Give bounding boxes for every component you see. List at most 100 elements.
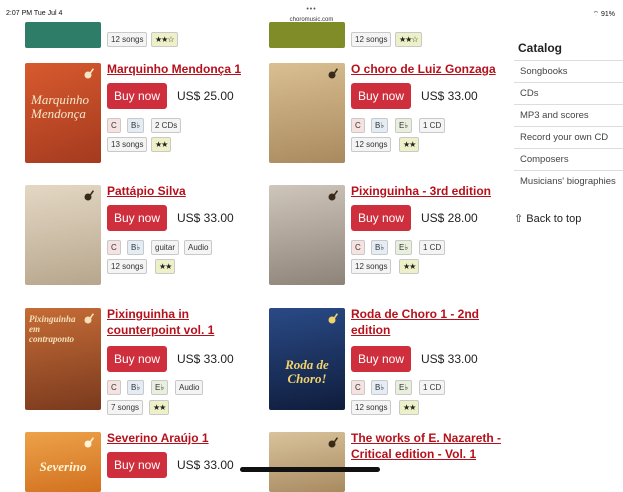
product-title[interactable]: Marquinho Mendonça 1 bbox=[107, 61, 241, 77]
sidebar-item-songbooks[interactable]: Songbooks bbox=[514, 60, 623, 82]
tag-key-eflat: E♭ bbox=[395, 240, 413, 255]
product-card: 12 songs ★★☆ bbox=[25, 22, 255, 52]
tag-cd: 1 CD bbox=[419, 240, 446, 255]
product-title[interactable]: O choro de Luiz Gonzaga bbox=[351, 61, 496, 77]
tag-key-eflat: E♭ bbox=[395, 380, 413, 395]
guitar-icon bbox=[328, 437, 339, 448]
tag-key-c: C bbox=[107, 118, 121, 133]
tag-key-bflat: B♭ bbox=[127, 118, 145, 133]
rating-stars: ★★ bbox=[155, 259, 176, 274]
guitar-icon bbox=[84, 190, 95, 201]
product-price: US$ 33.00 bbox=[177, 352, 234, 366]
product-cover[interactable] bbox=[269, 22, 345, 48]
product-price: US$ 25.00 bbox=[177, 89, 234, 103]
product-cover[interactable] bbox=[25, 22, 101, 48]
tag-key-c: C bbox=[351, 118, 365, 133]
cover-title: Severino bbox=[39, 459, 87, 474]
back-to-top-link[interactable]: ⇧ Back to top bbox=[514, 212, 581, 225]
buy-now-button[interactable]: Buy now bbox=[107, 346, 167, 372]
tag-songs: 12 songs bbox=[351, 259, 392, 274]
tag-key-eflat: E♭ bbox=[395, 118, 413, 133]
catalog-sidebar: Catalog Songbooks CDs MP3 and scores Rec… bbox=[514, 36, 623, 192]
tag-songs: 7 songs bbox=[107, 400, 144, 415]
rating-stars: ★★ bbox=[149, 400, 170, 415]
product-title[interactable]: Pixinguinha in counterpoint vol. 1 bbox=[107, 306, 214, 338]
product-card: Severino Severino Araújo 1 Buy now US$ 3… bbox=[25, 430, 255, 492]
product-price: US$ 33.00 bbox=[177, 211, 234, 225]
rating-stars: ★★ bbox=[399, 259, 420, 274]
tag-key-bflat: B♭ bbox=[371, 380, 389, 395]
cover-title: Marquinho Mendonça bbox=[31, 92, 90, 121]
tag-cds: 2 CDs bbox=[151, 118, 182, 133]
tag-songs: 12 songs bbox=[351, 400, 392, 415]
cover-title: Pixinguinha em contraponto bbox=[29, 314, 76, 344]
buy-now-button[interactable]: Buy now bbox=[351, 346, 411, 372]
guitar-icon bbox=[84, 68, 95, 79]
product-price: US$ 33.00 bbox=[421, 89, 478, 103]
rating-stars: ★★ bbox=[399, 400, 420, 415]
product-cover[interactable]: Marquinho Mendonça bbox=[25, 63, 101, 163]
guitar-icon bbox=[328, 190, 339, 201]
product-cover[interactable] bbox=[269, 63, 345, 163]
tag-key-bflat: B♭ bbox=[371, 240, 389, 255]
product-title[interactable]: The works of E. Nazareth - Critical edit… bbox=[351, 430, 501, 462]
back-to-top-label: Back to top bbox=[526, 213, 582, 225]
product-cover[interactable]: Roda de Choro! bbox=[269, 308, 345, 410]
product-title-line-2: edition bbox=[351, 323, 391, 337]
sidebar-item-record-cd[interactable]: Record your own CD bbox=[514, 126, 623, 148]
tag-key-bflat: B♭ bbox=[127, 380, 145, 395]
product-card: Pixinguinha - 3rd edition Buy now US$ 28… bbox=[269, 183, 499, 288]
guitar-icon bbox=[328, 68, 339, 79]
status-bar: 2:07 PM Tue Jul 4 ••• choromusic.com ⌔ 9… bbox=[0, 0, 623, 23]
product-title[interactable]: Roda de Choro 1 - 2nd edition bbox=[351, 306, 479, 338]
product-title[interactable]: Pixinguinha - 3rd edition bbox=[351, 183, 491, 199]
product-title-line-2: Critical edition - Vol. 1 bbox=[351, 447, 477, 461]
product-cover[interactable] bbox=[269, 432, 345, 492]
tag-cd: 1 CD bbox=[419, 118, 446, 133]
product-title[interactable]: Pattápio Silva bbox=[107, 183, 186, 199]
rating-stars: ★★☆ bbox=[151, 32, 178, 47]
home-indicator[interactable] bbox=[240, 467, 380, 472]
tag-songs: 12 songs bbox=[351, 137, 392, 152]
product-cover[interactable] bbox=[269, 185, 345, 285]
tag-key-bflat: B♭ bbox=[371, 118, 389, 133]
product-card: Roda de Choro! Roda de Choro 1 - 2nd edi… bbox=[269, 306, 499, 416]
guitar-icon bbox=[84, 313, 95, 324]
sidebar-title: Catalog bbox=[518, 41, 563, 55]
product-card: O choro de Luiz Gonzaga Buy now US$ 33.0… bbox=[269, 61, 499, 166]
product-cover[interactable] bbox=[25, 185, 101, 285]
product-price: US$ 33.00 bbox=[421, 352, 478, 366]
tag-songs: 12 songs bbox=[107, 32, 148, 47]
sidebar-item-composers[interactable]: Composers bbox=[514, 148, 623, 170]
sidebar-item-mp3-scores[interactable]: MP3 and scores bbox=[514, 104, 623, 126]
buy-now-button[interactable]: Buy now bbox=[107, 452, 167, 478]
guitar-icon bbox=[328, 313, 339, 324]
product-card: Pixinguinha em contraponto Pixinguinha i… bbox=[25, 306, 255, 416]
sidebar-item-cds[interactable]: CDs bbox=[514, 82, 623, 104]
buy-now-button[interactable]: Buy now bbox=[107, 205, 167, 231]
tag-audio: Audio bbox=[184, 240, 213, 255]
buy-now-button[interactable]: Buy now bbox=[351, 205, 411, 231]
product-title-line-2: counterpoint vol. 1 bbox=[107, 323, 215, 337]
tab-dots-icon[interactable]: ••• bbox=[0, 6, 623, 13]
battery-indicator: ⌔ 91% bbox=[592, 10, 615, 19]
tag-songs: 12 songs bbox=[351, 32, 392, 47]
rating-stars: ★★☆ bbox=[395, 32, 422, 47]
tag-key-c: C bbox=[351, 240, 365, 255]
product-cover[interactable]: Pixinguinha em contraponto bbox=[25, 308, 101, 410]
buy-now-button[interactable]: Buy now bbox=[107, 83, 167, 109]
sidebar-item-biographies[interactable]: Musicians' biographies bbox=[514, 170, 623, 192]
tag-audio: Audio bbox=[175, 380, 204, 395]
tag-songs: 13 songs bbox=[107, 137, 148, 152]
tag-key-eflat: E♭ bbox=[151, 380, 169, 395]
battery-text: 91% bbox=[600, 11, 615, 18]
rating-stars: ★★ bbox=[399, 137, 420, 152]
rating-stars: ★★ bbox=[151, 137, 172, 152]
product-title[interactable]: Severino Araújo 1 bbox=[107, 430, 209, 446]
tag-key-c: C bbox=[351, 380, 365, 395]
product-cover[interactable]: Severino bbox=[25, 432, 101, 492]
product-title-line-1: Pixinguinha in bbox=[107, 307, 190, 321]
buy-now-button[interactable]: Buy now bbox=[351, 83, 411, 109]
tag-songs: 12 songs bbox=[107, 259, 148, 274]
tag-guitar: guitar bbox=[151, 240, 180, 255]
